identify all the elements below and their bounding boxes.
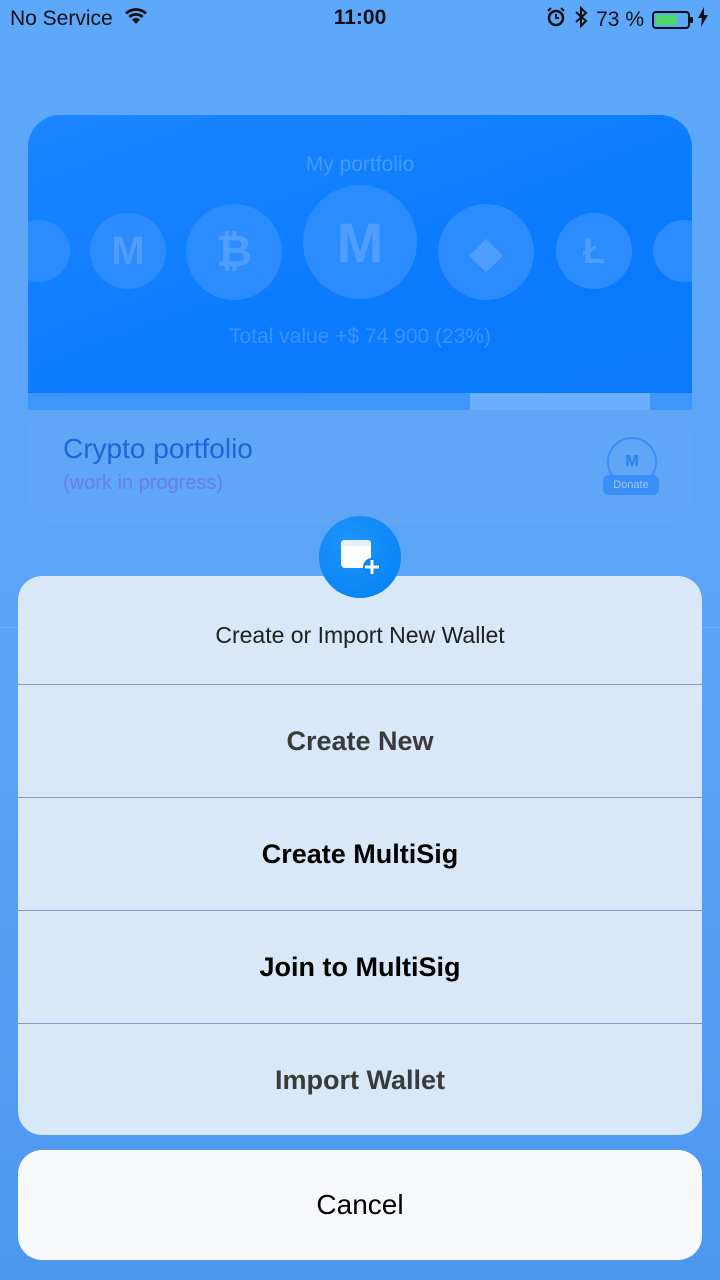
card-title: Crypto portfolio	[63, 433, 253, 464]
status-bar: No Service 11:00 73 %	[0, 0, 720, 36]
join-multisig-button[interactable]: Join to MultiSig	[18, 910, 702, 1023]
donate-label: Donate	[603, 475, 659, 495]
wallet-add-icon	[337, 532, 383, 583]
portfolio-card[interactable]: My portfolio M ₿ M ◆ Ł Total value +$ 74…	[28, 115, 692, 525]
monero-icon: M	[303, 185, 417, 299]
banner-total-value: Total value +$ 74 900 (23%)	[228, 325, 492, 348]
coin-carousel: M ₿ M ◆ Ł	[28, 185, 692, 310]
ethereum-icon: ◆	[438, 204, 534, 300]
bitcoin-icon: ₿	[186, 204, 282, 300]
card-subtitle: (work in progress)	[63, 472, 224, 494]
banner-title: My portfolio	[305, 153, 415, 176]
charging-icon	[698, 7, 708, 33]
create-new-button[interactable]: Create New	[18, 684, 702, 797]
import-wallet-button[interactable]: Import Wallet	[18, 1023, 702, 1135]
steem-icon	[28, 220, 70, 282]
add-wallet-button[interactable]	[319, 516, 401, 598]
battery-fill	[656, 15, 677, 25]
wallet-action-sheet: Create or Import New Wallet Create New C…	[18, 576, 702, 1135]
donate-button[interactable]: M Donate	[603, 437, 659, 497]
create-multisig-button[interactable]: Create MultiSig	[18, 797, 702, 910]
carousel-scrollbar[interactable]	[28, 393, 692, 410]
monero-icon: M	[90, 213, 166, 289]
battery-icon	[652, 11, 693, 29]
bluetooth-icon	[574, 5, 588, 34]
alarm-icon	[546, 7, 566, 33]
portfolio-banner: My portfolio M ₿ M ◆ Ł Total value +$ 74…	[28, 115, 692, 393]
cancel-button[interactable]: Cancel	[18, 1150, 702, 1260]
litecoin-icon: Ł	[556, 213, 632, 289]
scrollbar-thumb[interactable]	[470, 393, 650, 410]
battery-percent: 73 %	[596, 8, 644, 31]
coin-icon	[653, 220, 692, 282]
